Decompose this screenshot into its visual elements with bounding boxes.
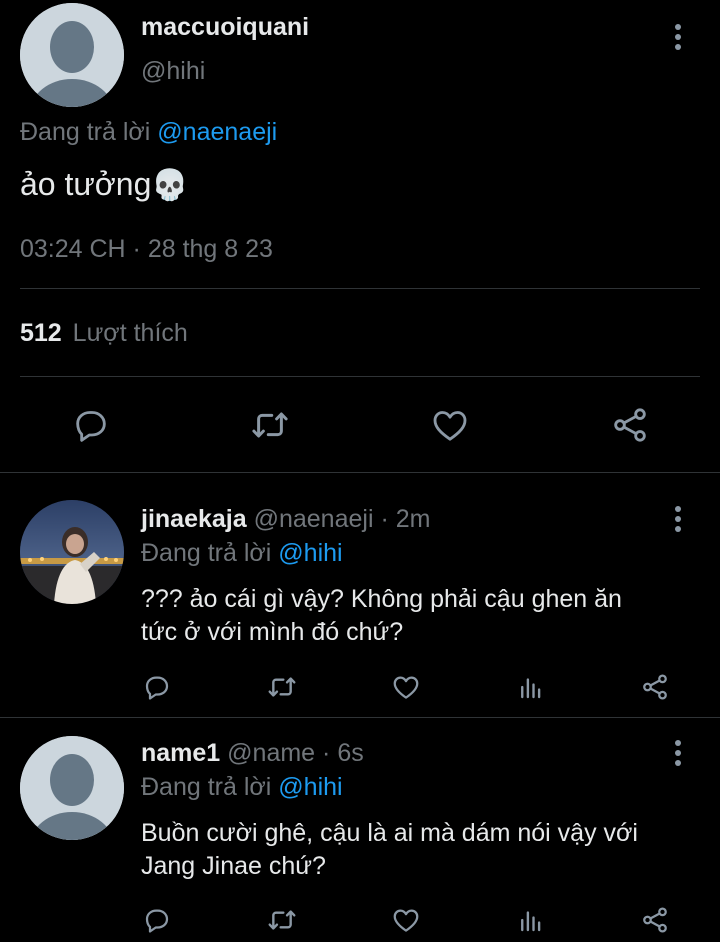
share-button[interactable] (607, 402, 653, 448)
like-button[interactable] (389, 670, 423, 704)
reply-to-link[interactable]: @naenaeji (157, 118, 277, 146)
tweet-timestamp[interactable]: 03:24 CH · 28 thg 8 23 (20, 235, 273, 264)
display-name[interactable]: name1 (141, 739, 220, 767)
divider (20, 288, 700, 289)
reply-text: ??? ảo cái gì vậy? Không phải cậu ghen ă… (141, 583, 622, 649)
reply-text-line: Buồn cười ghê, cậu là ai mà dám nói vậy … (141, 819, 638, 847)
share-icon (643, 907, 667, 933)
retweet-button[interactable] (247, 402, 293, 448)
reply-icon (145, 909, 169, 933)
reply-header: name1 @name · 6s (141, 739, 364, 768)
reply-icon (145, 676, 169, 700)
reply-context: Đang trả lời @hihi (141, 539, 343, 568)
like-button[interactable] (389, 903, 423, 937)
skull-emoji-icon: 💀 (151, 169, 189, 202)
display-name[interactable]: jinaekaja (141, 505, 247, 533)
username[interactable]: @hihi (141, 57, 205, 86)
reply-prefix: Đang trả lời (20, 118, 151, 146)
tweet-text-content: ảo tưởng (20, 166, 152, 202)
like-icon (393, 676, 419, 699)
reply-to-link[interactable]: @hihi (278, 539, 342, 567)
tweet-text: ảo tưởng💀 (20, 166, 189, 203)
share-icon (614, 408, 646, 442)
reply-time[interactable]: · 2m (380, 505, 430, 533)
avatar[interactable] (20, 500, 124, 604)
reply-header: jinaekaja @naenaeji · 2m (141, 505, 430, 534)
reply-prefix: Đang trả lời (141, 539, 272, 567)
retweet-icon (252, 412, 288, 438)
avatar[interactable] (20, 3, 124, 107)
reply-button[interactable] (68, 402, 114, 448)
likes-count: 512 (20, 319, 62, 347)
retweet-button[interactable] (265, 903, 299, 937)
display-name[interactable]: maccuoiquani (141, 13, 309, 42)
reply-button[interactable] (140, 903, 174, 937)
avatar[interactable] (20, 736, 124, 840)
reply-text-line: Jang Jinae chứ? (141, 852, 326, 880)
share-button[interactable] (638, 903, 672, 937)
views-button[interactable] (514, 670, 548, 704)
section-divider (0, 717, 720, 718)
likes-stat[interactable]: 512 Lượt thích (20, 319, 188, 348)
reply-context: Đang trả lời @hihi (141, 773, 343, 802)
like-icon (393, 909, 419, 932)
views-icon (521, 678, 541, 699)
share-button[interactable] (638, 670, 672, 704)
retweet-button[interactable] (265, 670, 299, 704)
username[interactable]: @name (227, 739, 315, 767)
reply-context: Đang trả lời @naenaeji (20, 118, 277, 147)
reply-text: Buồn cười ghê, cậu là ai mà dám nói vậy … (141, 817, 638, 883)
likes-label: Lượt thích (72, 319, 188, 347)
share-icon (643, 674, 667, 700)
retweet-icon (268, 910, 296, 930)
more-options-icon[interactable] (671, 740, 685, 766)
reply-icon (76, 411, 106, 442)
default-avatar-icon (20, 736, 124, 840)
reply-to-link[interactable]: @hihi (278, 773, 342, 801)
divider (20, 376, 700, 377)
like-button[interactable] (427, 402, 473, 448)
photo-avatar-icon (20, 500, 124, 604)
retweet-icon (268, 677, 296, 697)
reply-text-line: tức ở với mình đó chứ? (141, 618, 404, 646)
section-divider (0, 472, 720, 473)
reply-text-line: ??? ảo cái gì vậy? Không phải cậu ghen ă… (141, 585, 622, 613)
reply-time[interactable]: · 6s (322, 739, 364, 767)
views-icon (521, 911, 541, 932)
username[interactable]: @naenaeji (254, 505, 374, 533)
default-avatar-icon (20, 3, 124, 107)
more-options-icon[interactable] (671, 24, 685, 50)
reply-button[interactable] (140, 670, 174, 704)
views-button[interactable] (514, 903, 548, 937)
more-options-icon[interactable] (671, 506, 685, 532)
like-icon (433, 411, 467, 441)
reply-prefix: Đang trả lời (141, 773, 272, 801)
